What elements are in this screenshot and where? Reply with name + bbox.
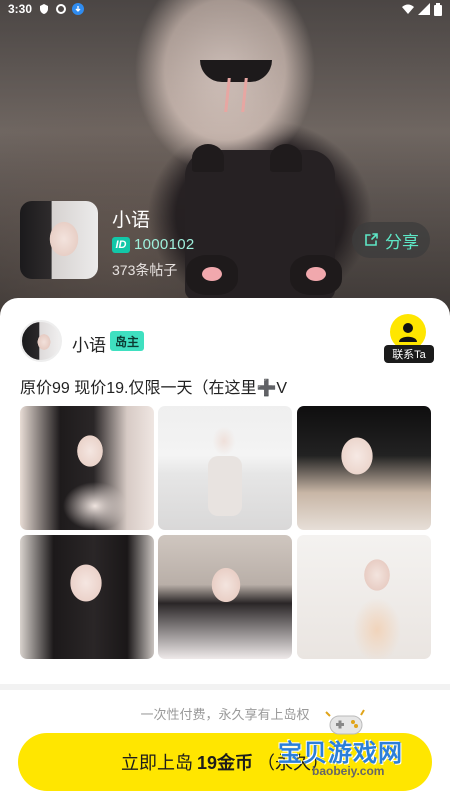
share-icon — [365, 233, 378, 246]
status-bar: 3:30 — [0, 0, 450, 18]
battery-icon — [434, 2, 442, 16]
post-photo[interactable] — [297, 406, 431, 530]
cover-photo — [0, 0, 450, 330]
cover-detail — [192, 144, 224, 172]
author-avatar[interactable] — [20, 320, 62, 362]
id-badge: ID — [112, 237, 130, 253]
signal-icon — [418, 3, 430, 15]
share-button[interactable]: 分享 — [352, 222, 430, 258]
payment-notice: 一次性付费，永久享有上岛权 — [140, 707, 310, 722]
cta-prefix: 立即上岛 — [120, 753, 193, 773]
post-photo[interactable] — [158, 406, 292, 530]
post-photo[interactable] — [158, 535, 292, 659]
status-time: 3:30 — [8, 2, 33, 16]
post-photo[interactable] — [20, 535, 154, 659]
cover-detail — [224, 78, 248, 112]
status-right — [402, 2, 442, 16]
owner-badge: 岛主 — [110, 331, 145, 351]
cover-detail — [270, 144, 302, 172]
author-name: 小语 — [72, 336, 106, 355]
watermark-text: 宝贝游戏网 — [278, 740, 403, 767]
profile-id: 1000102 — [134, 236, 195, 253]
post-photo[interactable] — [20, 406, 154, 530]
cover-detail — [186, 255, 238, 295]
watermark-url: baobeiy.com — [312, 764, 385, 778]
wifi-icon — [402, 4, 414, 14]
contact-label[interactable]: 联系Ta — [384, 345, 434, 363]
post-photo[interactable] — [297, 535, 431, 659]
posts-count: 373条帖子 — [112, 262, 178, 278]
cta-amount: 19金币 — [196, 753, 254, 773]
profile-name: 小语 — [112, 210, 151, 231]
download-icon — [72, 3, 85, 15]
settings-icon — [56, 4, 67, 14]
user-icon — [399, 323, 417, 342]
post-text: 原价99 现价19.仅限一天（在这里➕V — [20, 380, 288, 397]
share-label: 分享 — [385, 232, 419, 252]
profile-avatar[interactable] — [20, 201, 98, 279]
shield-icon — [40, 4, 49, 14]
cover-detail — [290, 255, 342, 295]
